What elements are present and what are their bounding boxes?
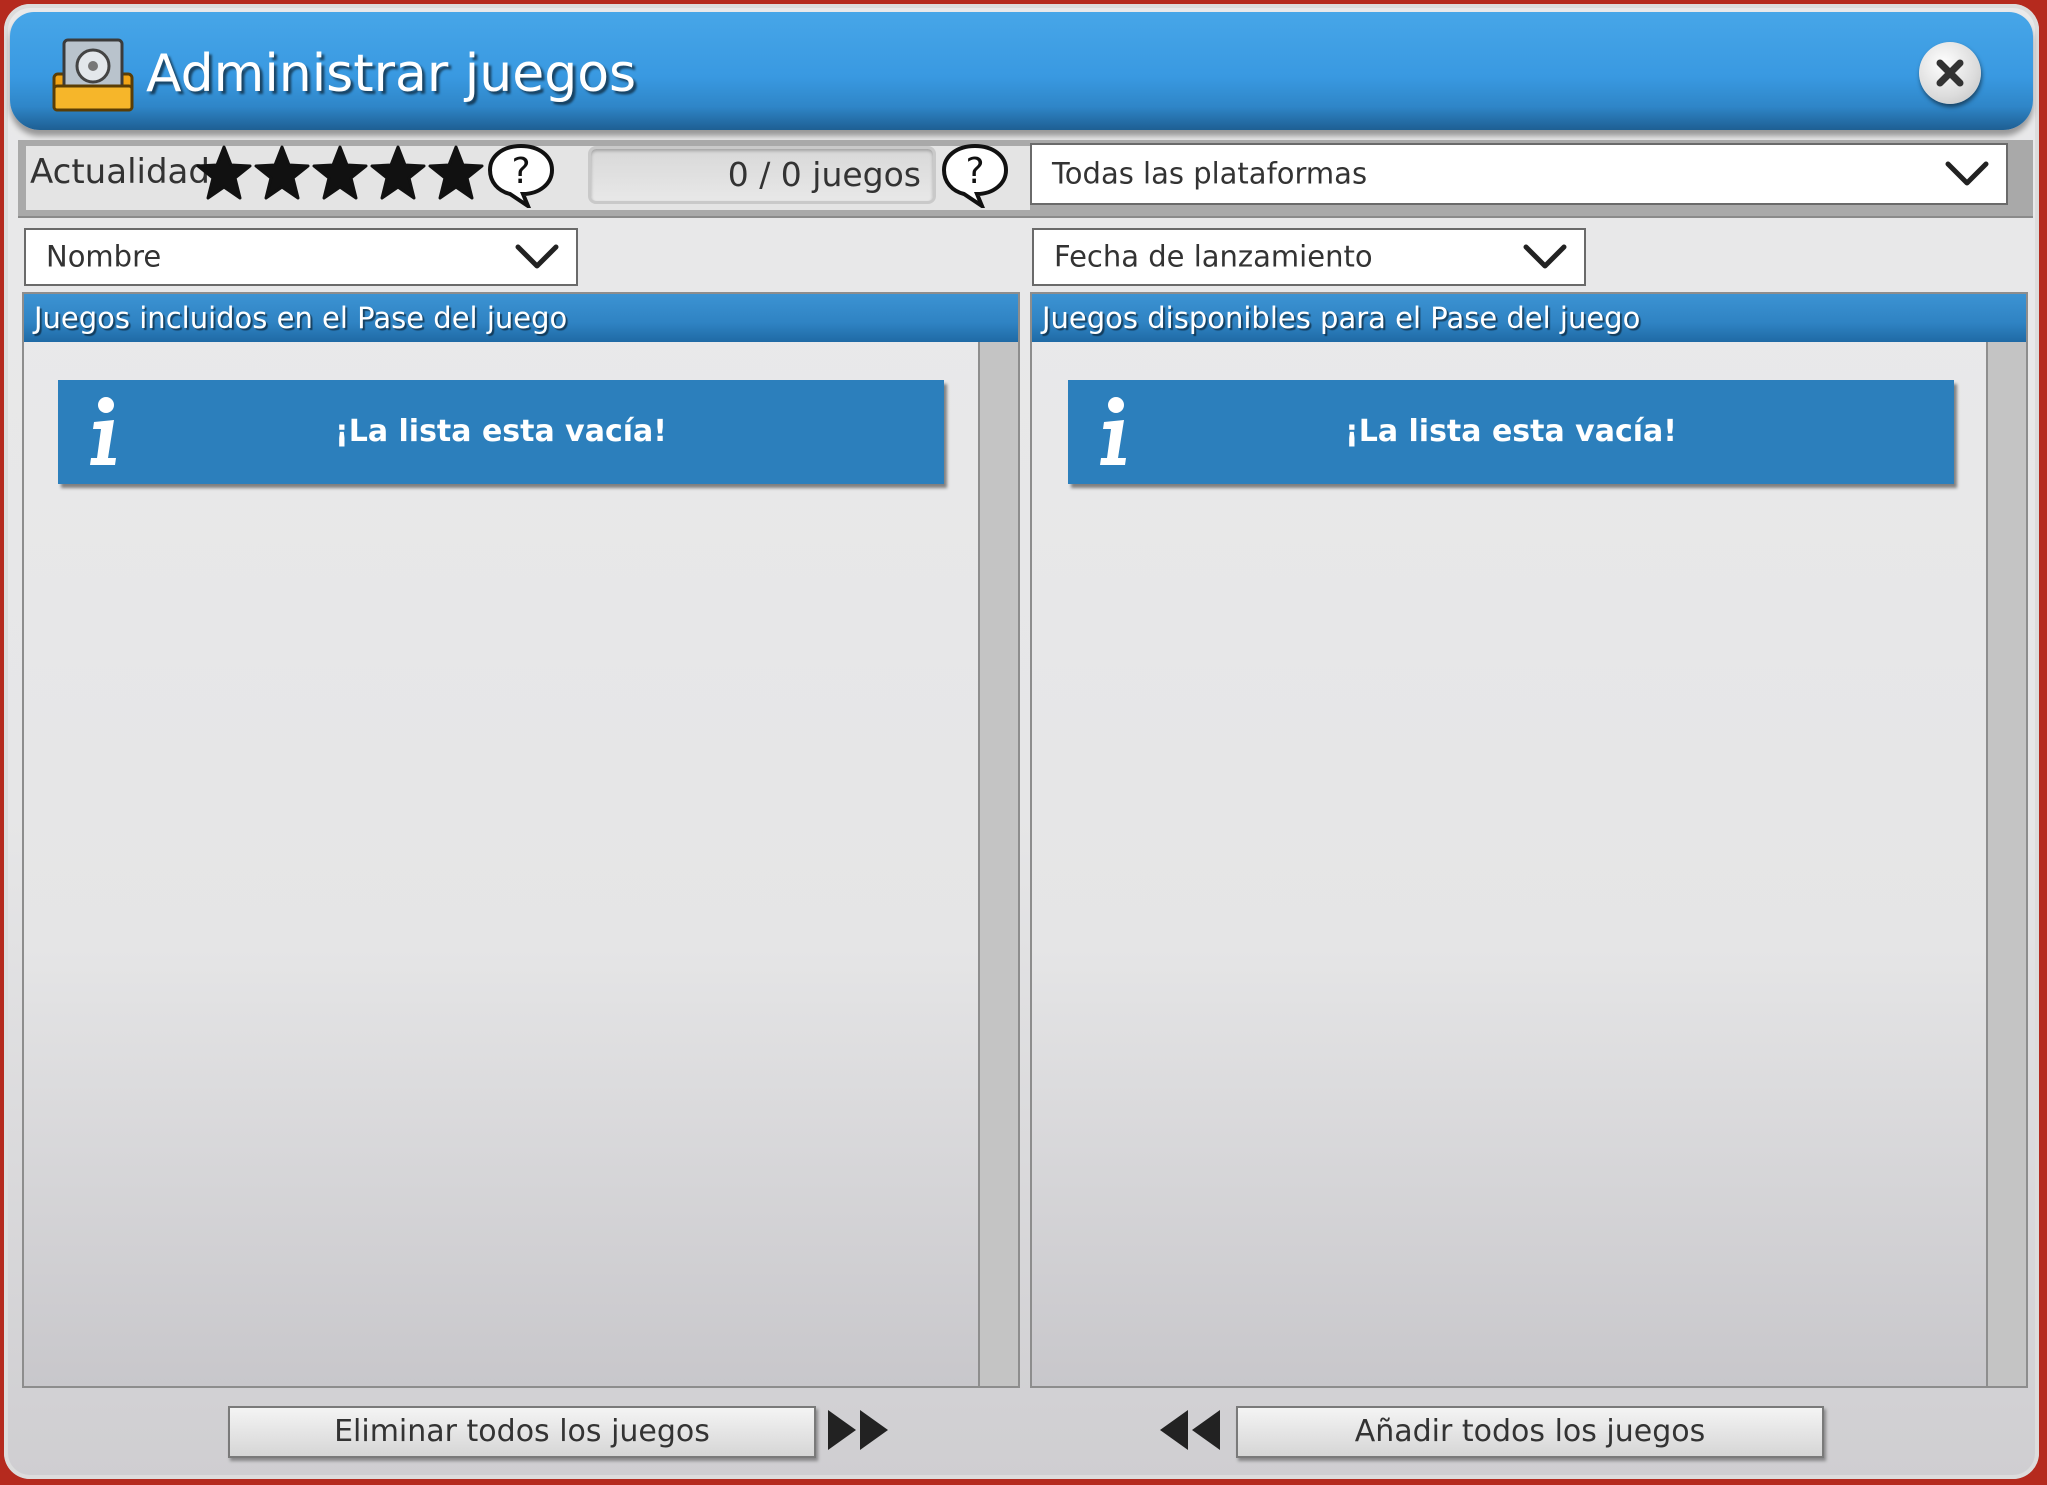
left-sort-select[interactable]: Nombre xyxy=(24,228,578,286)
close-button[interactable] xyxy=(1919,42,1981,104)
star-icon[interactable] xyxy=(312,144,368,202)
available-games-header: Juegos disponibles para el Pase del jueg… xyxy=(1032,294,2026,342)
svg-text:?: ? xyxy=(511,151,530,192)
empty-list-message: ¡La lista esta vacía! xyxy=(335,414,667,449)
double-arrow-right-icon[interactable] xyxy=(824,1406,894,1454)
right-sort-select[interactable]: Fecha de lanzamiento xyxy=(1032,228,1586,286)
included-games-panel: Juegos incluidos en el Pase del juego ¡L… xyxy=(22,292,1020,1388)
add-all-games-button[interactable]: Añadir todos los juegos xyxy=(1236,1406,1824,1458)
available-games-scrollbar[interactable] xyxy=(1986,342,2026,1386)
title-bar: Administrar juegos xyxy=(10,12,2033,130)
remove-all-games-button[interactable]: Eliminar todos los juegos xyxy=(228,1406,816,1458)
available-games-panel: Juegos disponibles para el Pase del jueg… xyxy=(1030,292,2028,1388)
star-icon[interactable] xyxy=(196,144,252,202)
actualidad-label: Actualidad xyxy=(30,152,210,192)
star-icon[interactable] xyxy=(254,144,310,202)
help-icon[interactable]: ? xyxy=(486,142,556,208)
game-box-icon xyxy=(52,38,134,112)
window-title: Administrar juegos xyxy=(146,44,637,104)
included-games-header: Juegos incluidos en el Pase del juego xyxy=(24,294,1018,342)
included-games-scrollbar[interactable] xyxy=(978,342,1018,1386)
platform-filter-select[interactable]: Todas las plataformas xyxy=(1030,143,2008,205)
platform-filter-value: Todas las plataformas xyxy=(1052,156,1368,191)
chevron-down-icon xyxy=(515,244,559,269)
double-arrow-left-icon[interactable] xyxy=(1154,1406,1224,1454)
star-icon[interactable] xyxy=(370,144,426,202)
chevron-down-icon xyxy=(1945,161,1989,186)
left-sort-value: Nombre xyxy=(46,239,162,274)
empty-list-notice: ¡La lista esta vacía! xyxy=(58,380,944,484)
rating-stars[interactable] xyxy=(196,144,484,202)
empty-list-message: ¡La lista esta vacía! xyxy=(1345,414,1677,449)
close-icon xyxy=(1936,59,1964,87)
svg-text:?: ? xyxy=(965,151,984,192)
right-sort-value: Fecha de lanzamiento xyxy=(1054,239,1373,274)
help-icon[interactable]: ? xyxy=(940,142,1010,208)
chevron-down-icon xyxy=(1523,244,1567,269)
games-count: 0 / 0 juegos xyxy=(588,146,936,204)
star-icon[interactable] xyxy=(428,144,484,202)
empty-list-notice: ¡La lista esta vacía! xyxy=(1068,380,1954,484)
